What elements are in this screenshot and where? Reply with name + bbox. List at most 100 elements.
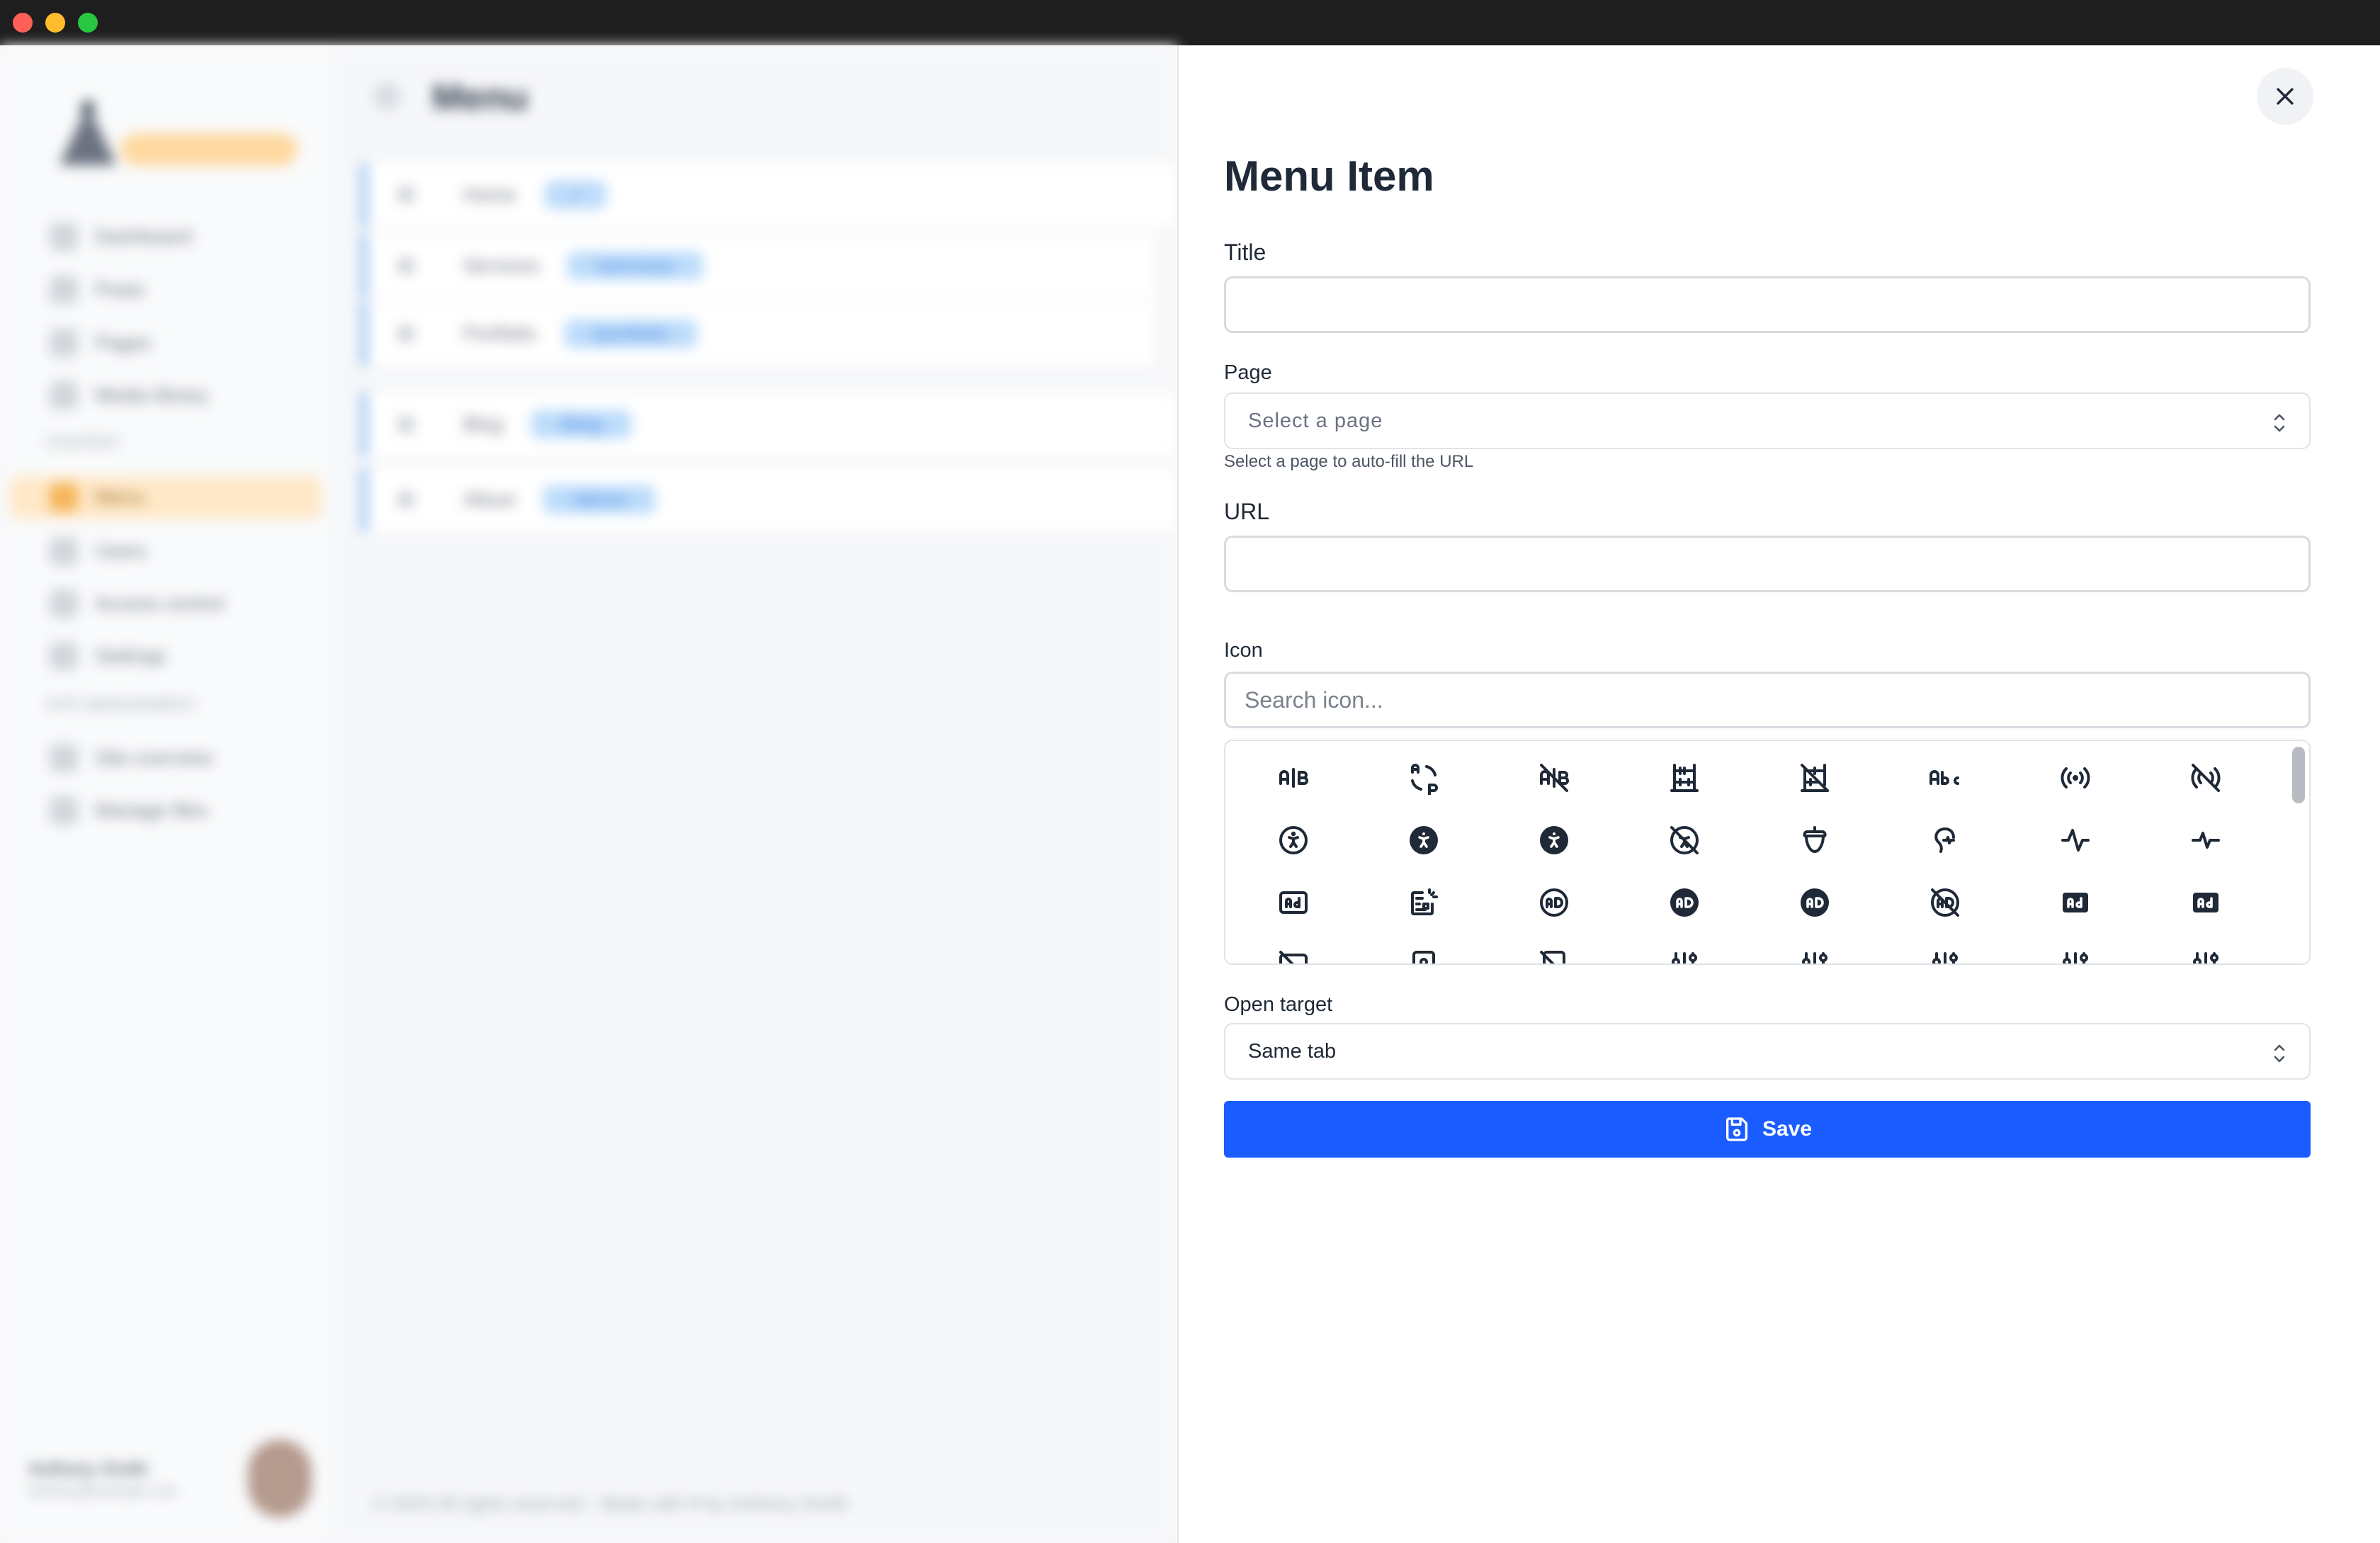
menu-row[interactable]: About/about bbox=[361, 468, 1176, 531]
drag-handle-icon[interactable] bbox=[398, 326, 414, 341]
access-point-off-icon[interactable] bbox=[2184, 757, 2227, 799]
address-book-off-icon[interactable] bbox=[1533, 944, 1575, 963]
close-icon bbox=[2277, 88, 2294, 105]
a-b-2-icon[interactable] bbox=[1402, 757, 1445, 799]
activity-heartbeat-icon[interactable] bbox=[1924, 819, 1966, 861]
page-select[interactable]: Select a page bbox=[1224, 392, 2311, 449]
accessible-circle-filled-icon[interactable] bbox=[1533, 819, 1575, 861]
sidebar: Dashboard Posts Pages Media library Cont… bbox=[0, 45, 333, 1543]
drag-handle-icon[interactable] bbox=[398, 187, 414, 203]
ad-2-icon[interactable] bbox=[1402, 881, 1445, 924]
floppy-disk-icon bbox=[1726, 1117, 1747, 1141]
ad-circle-filled-icon[interactable] bbox=[1663, 881, 1706, 924]
open-target-label: Open target bbox=[1224, 993, 1333, 1016]
ad-icon[interactable] bbox=[1272, 881, 1315, 924]
maximize-window-button[interactable] bbox=[78, 13, 98, 33]
address-book-icon[interactable] bbox=[1402, 944, 1445, 963]
open-target-select[interactable]: Same tab bbox=[1224, 1023, 2311, 1080]
save-button[interactable]: Save bbox=[1224, 1101, 2311, 1158]
main-content: Menu Home / Services/services Portfolio/p… bbox=[340, 45, 1177, 1543]
close-window-button[interactable] bbox=[13, 13, 33, 33]
adjustments-cancel-icon[interactable] bbox=[2054, 944, 2097, 963]
sidebar-item-settings[interactable]: Settings bbox=[10, 635, 322, 677]
sidebar-heading-content: Content bbox=[45, 434, 121, 451]
icon-grid-scrollbar[interactable] bbox=[2292, 747, 2305, 803]
gear-icon bbox=[50, 642, 78, 670]
sidebar-item-files[interactable]: Manage files bbox=[10, 789, 322, 832]
adjustments-alt-icon[interactable] bbox=[1794, 944, 1836, 963]
sidebar-item-users[interactable]: Users bbox=[10, 530, 322, 572]
sidebar-item-media[interactable]: Media library bbox=[10, 374, 322, 417]
profile-email: anthony@example.com bbox=[28, 1483, 178, 1499]
user-profile[interactable]: Anthony Smith anthony@example.com bbox=[28, 1440, 312, 1517]
menu-row[interactable]: Blog/blog bbox=[361, 392, 1176, 456]
lock-icon bbox=[50, 589, 78, 618]
chevron-up-down-icon bbox=[2274, 414, 2285, 432]
background-app: Dashboard Posts Pages Media library Cont… bbox=[0, 45, 1177, 1543]
icon-search-input[interactable] bbox=[1224, 672, 2311, 728]
panel-title: Menu Item bbox=[1224, 152, 1434, 200]
media-icon bbox=[50, 381, 78, 409]
chevron-up-down-icon bbox=[2274, 1044, 2285, 1063]
ad-filled-2-icon[interactable] bbox=[2184, 881, 2227, 924]
access-point-icon[interactable] bbox=[2054, 757, 2097, 799]
page-title: Menu bbox=[432, 77, 528, 118]
sidebar-item-access[interactable]: Access control bbox=[10, 582, 322, 625]
a-b-icon[interactable] bbox=[1272, 757, 1315, 799]
adjustments-bolt-icon[interactable] bbox=[1924, 944, 1966, 963]
ad-circle-filled-2-icon[interactable] bbox=[1794, 881, 1836, 924]
sidebar-item-site-overview[interactable]: Site overview bbox=[10, 737, 322, 779]
sidebar-item-menu[interactable]: Menu bbox=[10, 476, 322, 519]
users-icon bbox=[50, 537, 78, 565]
sidebar-item-pages[interactable]: Pages bbox=[10, 322, 322, 364]
footer-text: © 2024 All rights reserved · Made with ♥… bbox=[373, 1493, 849, 1514]
icon-picker-grid bbox=[1224, 740, 2311, 965]
menu-row[interactable]: Portfolio/portfolio bbox=[361, 302, 1155, 366]
adjustments-check-icon[interactable] bbox=[2184, 944, 2227, 963]
app-logo bbox=[35, 69, 305, 176]
accessible-filled-icon[interactable] bbox=[1402, 819, 1445, 861]
close-panel-button[interactable] bbox=[2257, 68, 2313, 125]
acorn-icon[interactable] bbox=[1794, 819, 1836, 861]
minimize-window-button[interactable] bbox=[45, 13, 65, 33]
menu-icon bbox=[50, 483, 78, 511]
ad-circle-off-icon[interactable] bbox=[1924, 881, 1966, 924]
activity-icon[interactable] bbox=[2054, 819, 2097, 861]
abacus-icon[interactable] bbox=[1663, 757, 1706, 799]
sidebar-item-posts[interactable]: Posts bbox=[10, 269, 322, 311]
adjustments-icon[interactable] bbox=[1663, 944, 1706, 963]
drag-handle-icon[interactable] bbox=[398, 258, 414, 273]
url-input[interactable] bbox=[1224, 536, 2311, 592]
url-label: URL bbox=[1224, 499, 1270, 524]
accessible-icon[interactable] bbox=[1272, 819, 1315, 861]
avatar[interactable] bbox=[248, 1440, 312, 1517]
folder-icon bbox=[50, 796, 78, 825]
icon-label: Icon bbox=[1224, 639, 1263, 662]
dashboard-icon bbox=[50, 222, 78, 251]
ad-circle-icon[interactable] bbox=[1533, 881, 1575, 924]
a-b-off-icon[interactable] bbox=[1533, 757, 1575, 799]
ad-filled-icon[interactable] bbox=[2054, 881, 2097, 924]
menu-row[interactable]: Home / bbox=[361, 163, 1176, 227]
activity-2-icon[interactable] bbox=[2184, 819, 2227, 861]
back-button[interactable] bbox=[373, 82, 401, 111]
save-label: Save bbox=[1762, 1117, 1813, 1141]
globe-icon bbox=[50, 744, 78, 772]
page-select-placeholder: Select a page bbox=[1248, 409, 1383, 432]
sidebar-item-dashboard[interactable]: Dashboard bbox=[10, 215, 322, 258]
profile-name: Anthony Smith bbox=[28, 1458, 149, 1479]
menu-row[interactable]: Services/services bbox=[361, 234, 1155, 298]
accessible-off-icon[interactable] bbox=[1663, 819, 1706, 861]
abc-icon[interactable] bbox=[1924, 757, 1966, 799]
title-input[interactable] bbox=[1224, 276, 2311, 333]
abacus-off-icon[interactable] bbox=[1794, 757, 1836, 799]
page-label: Page bbox=[1224, 361, 1272, 384]
sidebar-heading-site: Site management bbox=[45, 696, 196, 713]
ad-off-icon[interactable] bbox=[1272, 944, 1315, 963]
drag-handle-icon[interactable] bbox=[398, 492, 414, 507]
title-label: Title bbox=[1224, 239, 1266, 265]
page-hint: Select a page to auto-fill the URL bbox=[1224, 452, 1474, 471]
drag-handle-icon[interactable] bbox=[398, 417, 414, 432]
menu-item-panel: Menu Item Title Page Select a page Selec… bbox=[1177, 45, 2380, 1543]
window-titlebar bbox=[0, 0, 2380, 45]
